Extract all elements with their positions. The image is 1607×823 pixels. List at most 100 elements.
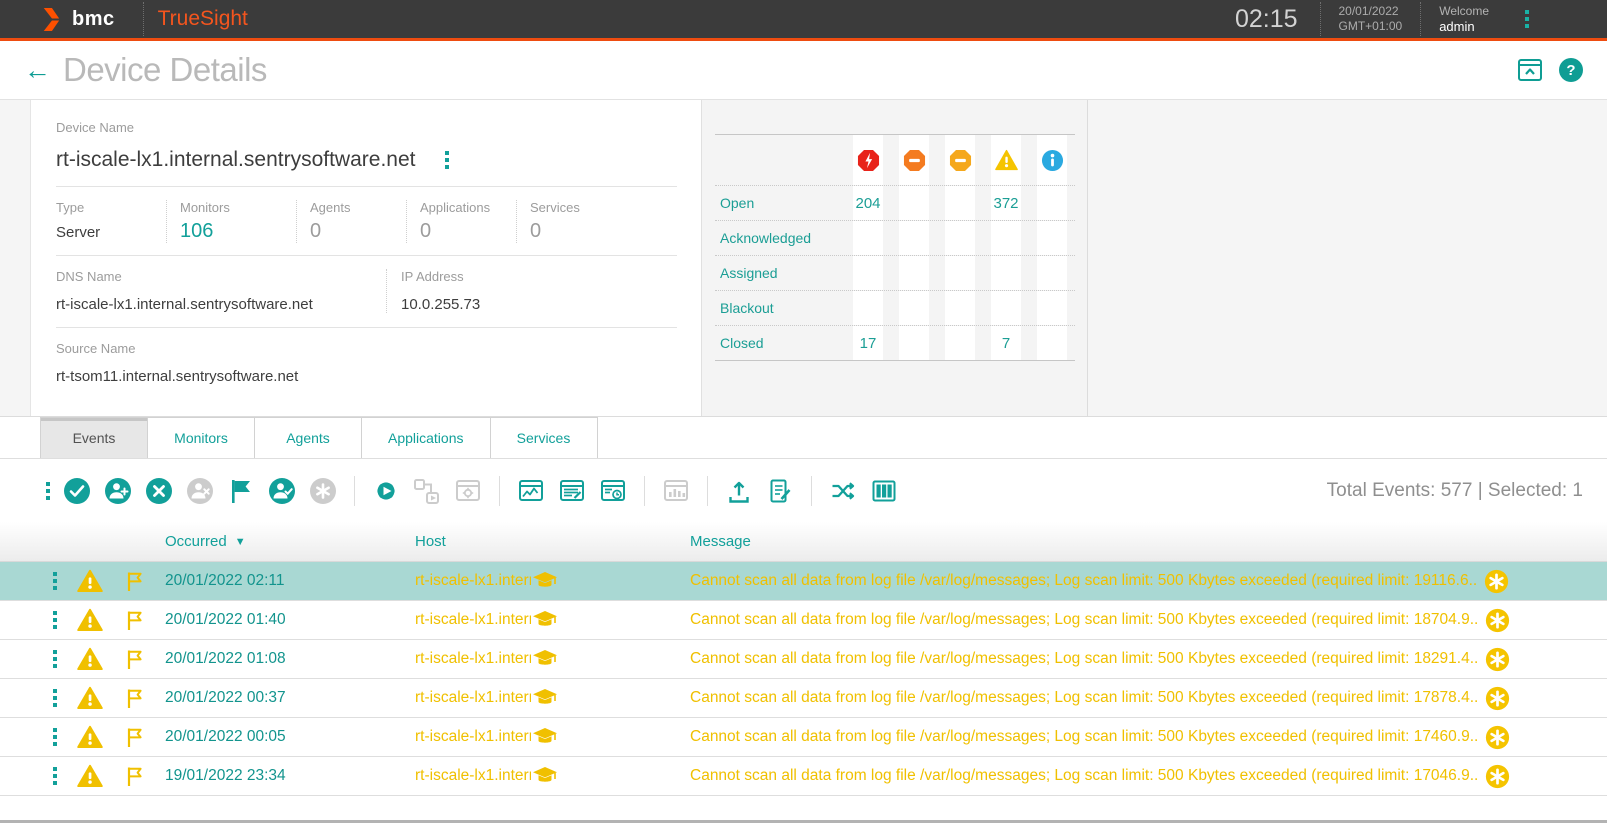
sort-desc-icon[interactable]: ▼ bbox=[235, 536, 246, 548]
count-cell[interactable]: 372 bbox=[991, 186, 1021, 220]
collapse-panel-icon[interactable] bbox=[1517, 57, 1543, 83]
user-menu[interactable]: Welcome admin bbox=[1421, 4, 1509, 34]
host-cell[interactable]: rt-iscale-lx1.internal.sentrysoftw bbox=[415, 767, 531, 785]
toolbar-divider bbox=[707, 475, 708, 506]
acknowledge-icon[interactable] bbox=[63, 477, 91, 505]
topbar-kebab-menu-icon[interactable] bbox=[1525, 10, 1529, 28]
back-button[interactable]: ← bbox=[24, 56, 51, 84]
minor-severity-icon bbox=[949, 149, 972, 172]
flag-icon[interactable] bbox=[123, 647, 147, 671]
message-cell[interactable]: Cannot scan all data from log file /var/… bbox=[690, 689, 1478, 707]
flag-icon[interactable] bbox=[123, 569, 147, 593]
bmc-logo-text: bmc bbox=[72, 7, 115, 30]
device-name-label: Device Name bbox=[56, 120, 135, 135]
event-summary-table: Open 204 372 Acknowledged Assigned Black… bbox=[715, 134, 1075, 361]
count-cell bbox=[991, 221, 1021, 255]
count-cell bbox=[1037, 291, 1067, 325]
export-icon[interactable] bbox=[725, 477, 753, 505]
event-notes-icon[interactable] bbox=[558, 477, 586, 505]
tab-events[interactable]: Events bbox=[40, 417, 148, 458]
row-menu-icon[interactable] bbox=[53, 767, 57, 785]
row-menu-icon[interactable] bbox=[53, 650, 57, 668]
event-summary-panel: Open 204 372 Acknowledged Assigned Black… bbox=[702, 100, 1088, 416]
count-cell[interactable]: 7 bbox=[991, 326, 1021, 360]
monitors-count-link[interactable]: 106 bbox=[180, 220, 296, 243]
reports-icon bbox=[662, 477, 690, 505]
tab-services[interactable]: Services bbox=[489, 417, 598, 458]
event-row[interactable]: 20/01/2022 00:37 rt-iscale-lx1.internal.… bbox=[0, 679, 1607, 718]
event-row[interactable]: 20/01/2022 01:08 rt-iscale-lx1.internal.… bbox=[0, 640, 1607, 679]
date-timezone: 20/01/2022 GMT+01:00 bbox=[1321, 4, 1421, 34]
host-cell[interactable]: rt-iscale-lx1.internal.sentrysoftw bbox=[415, 689, 531, 707]
host-cell[interactable]: rt-iscale-lx1.internal.sentrysoftw bbox=[415, 611, 531, 629]
clock: 02:15 bbox=[1234, 4, 1298, 33]
tab-agents[interactable]: Agents bbox=[254, 417, 362, 458]
message-cell[interactable]: Cannot scan all data from log file /var/… bbox=[690, 728, 1478, 746]
stat-applications: Applications 0 bbox=[406, 200, 516, 243]
device-name: rt-iscale-lx1.internal.sentrysoftware.ne… bbox=[56, 148, 416, 171]
knowledge-module-icon bbox=[532, 569, 558, 593]
edit-notes-icon[interactable] bbox=[766, 477, 794, 505]
help-icon[interactable]: ? bbox=[1559, 58, 1583, 82]
column-header-occurred[interactable]: Occurred ▼ bbox=[165, 533, 415, 550]
device-actions-menu-icon[interactable] bbox=[445, 151, 450, 169]
date: 20/01/2022 bbox=[1338, 4, 1399, 18]
column-header-message[interactable]: Message bbox=[690, 533, 1607, 550]
dns-name-field: DNS Name rt-iscale-lx1.internal.sentryso… bbox=[56, 269, 386, 313]
count-cell[interactable]: 17 bbox=[853, 326, 883, 360]
count-cell bbox=[1037, 186, 1067, 220]
tab-applications[interactable]: Applications bbox=[361, 417, 491, 458]
count-cell bbox=[945, 221, 975, 255]
column-header-host[interactable]: Host bbox=[415, 533, 690, 550]
row-menu-icon[interactable] bbox=[53, 572, 57, 590]
info-severity-icon bbox=[1041, 149, 1064, 172]
critical-severity-icon bbox=[857, 149, 880, 172]
column-chooser-icon[interactable] bbox=[870, 477, 898, 505]
top-bar: bmc TrueSight 02:15 20/01/2022 GMT+01:00… bbox=[0, 0, 1607, 41]
page-title: Device Details bbox=[63, 51, 267, 88]
username: admin bbox=[1439, 19, 1475, 34]
event-row[interactable]: 19/01/2022 23:34 rt-iscale-lx1.internal.… bbox=[0, 757, 1607, 796]
host-cell[interactable]: rt-iscale-lx1.internal.sentrysoftw bbox=[415, 572, 531, 590]
message-cell[interactable]: Cannot scan all data from log file /var/… bbox=[690, 611, 1478, 629]
toolbar-kebab-menu-icon[interactable] bbox=[46, 481, 50, 500]
correlate-events-icon[interactable] bbox=[829, 477, 857, 505]
stat-agents: Agents 0 bbox=[296, 200, 406, 243]
event-row[interactable]: 20/01/2022 01:40 rt-iscale-lx1.internal.… bbox=[0, 601, 1607, 640]
run-action-icon[interactable] bbox=[372, 477, 400, 505]
page-header: ← Device Details ? bbox=[0, 41, 1607, 100]
host-cell[interactable]: rt-iscale-lx1.internal.sentrysoftw bbox=[415, 728, 531, 746]
warning-severity-icon bbox=[75, 607, 105, 633]
close-event-icon[interactable] bbox=[145, 477, 173, 505]
count-cell[interactable]: 204 bbox=[853, 186, 883, 220]
count-cell bbox=[1037, 326, 1067, 360]
open-status-icon bbox=[1485, 647, 1510, 672]
count-cell bbox=[1037, 256, 1067, 290]
message-cell[interactable]: Cannot scan all data from log file /var/… bbox=[690, 767, 1478, 785]
warning-severity-icon bbox=[75, 568, 105, 594]
host-cell[interactable]: rt-iscale-lx1.internal.sentrysoftw bbox=[415, 650, 531, 668]
tab-monitors[interactable]: Monitors bbox=[147, 417, 255, 458]
flag-icon[interactable] bbox=[123, 686, 147, 710]
open-status-icon bbox=[1485, 686, 1510, 711]
take-ownership-icon[interactable] bbox=[268, 477, 296, 505]
flag-icon[interactable] bbox=[123, 608, 147, 632]
event-row[interactable]: 20/01/2022 00:05 rt-iscale-lx1.internal.… bbox=[0, 718, 1607, 757]
event-timeline-icon[interactable] bbox=[599, 477, 627, 505]
open-status-icon bbox=[1485, 764, 1510, 789]
events-toolbar: Total Events: 577 | Selected: 1 bbox=[0, 459, 1607, 522]
performance-view-icon[interactable] bbox=[517, 477, 545, 505]
unassign-user-icon bbox=[186, 477, 214, 505]
warning-severity-icon bbox=[75, 724, 105, 750]
event-row[interactable]: 20/01/2022 02:11 rt-iscale-lx1.internal.… bbox=[0, 562, 1607, 601]
assign-user-icon[interactable] bbox=[104, 477, 132, 505]
message-cell[interactable]: Cannot scan all data from log file /var/… bbox=[690, 572, 1477, 590]
message-cell[interactable]: Cannot scan all data from log file /var/… bbox=[690, 650, 1478, 668]
warning-severity-icon bbox=[995, 149, 1018, 172]
flag-priority-icon[interactable] bbox=[227, 477, 255, 505]
row-menu-icon[interactable] bbox=[53, 728, 57, 746]
row-menu-icon[interactable] bbox=[53, 689, 57, 707]
row-menu-icon[interactable] bbox=[53, 611, 57, 629]
flag-icon[interactable] bbox=[123, 725, 147, 749]
flag-icon[interactable] bbox=[123, 764, 147, 788]
